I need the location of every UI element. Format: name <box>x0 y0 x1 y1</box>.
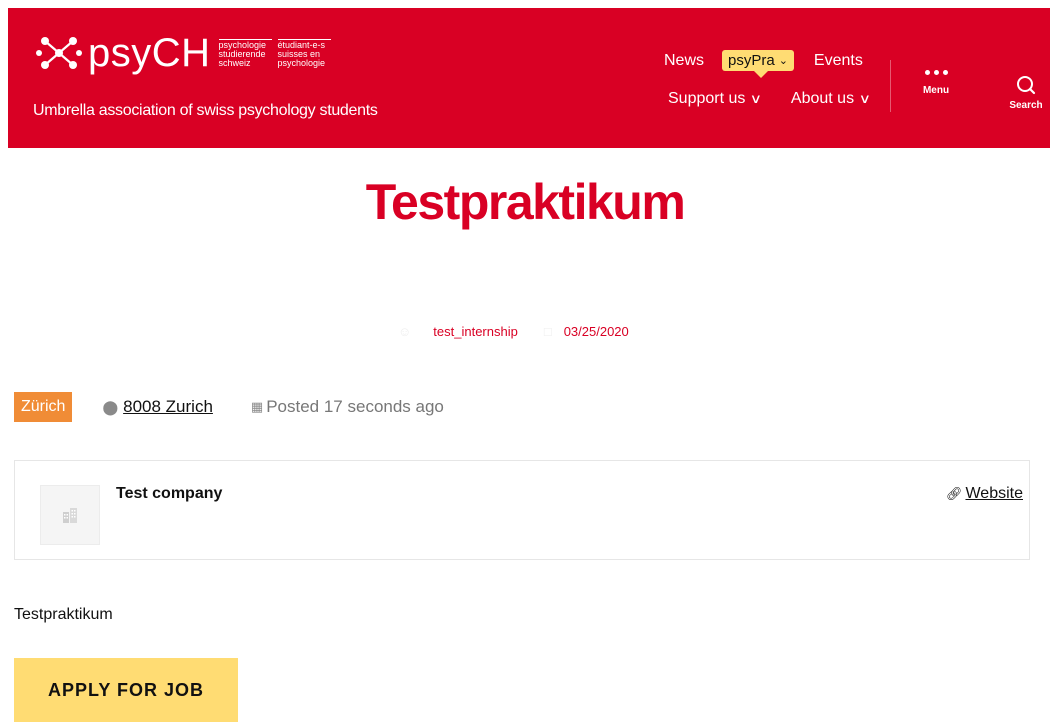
more-dots-icon <box>920 70 952 75</box>
nav-about-us[interactable]: About us ∨ <box>790 90 872 108</box>
posted-time: Posted 17 seconds ago <box>266 397 444 416</box>
chevron-down-icon: ∨ <box>858 91 872 106</box>
logo-sub-line: psychologie <box>277 57 326 68</box>
primary-nav-row-2: Support us ∨ About us ∨ <box>668 90 872 108</box>
site-header: psyCH psychologie studierende schweiz ét… <box>8 8 1050 148</box>
logo-name: psyCH <box>88 31 211 75</box>
logo-subtitle: psychologie studierende schweiz étudiant… <box>218 38 331 68</box>
company-name: Test company <box>116 485 223 502</box>
menu-button[interactable]: Menu <box>920 70 952 96</box>
logo-mark-icon <box>36 37 82 69</box>
header-divider <box>890 60 891 112</box>
logo-sub-line: schweiz <box>218 57 251 68</box>
search-button[interactable]: Search <box>1004 74 1048 111</box>
nav-psypra[interactable]: psyPra ⌄ <box>722 50 794 78</box>
job-description: Testpraktikum <box>14 606 113 623</box>
author-icon: ☺ <box>398 324 412 339</box>
search-button-label: Search <box>1009 100 1043 111</box>
primary-nav-row-1: News psyPra ⌄ Events <box>664 50 863 78</box>
nav-events[interactable]: Events <box>814 52 863 70</box>
nav-psypra-label: psyPra <box>728 52 775 69</box>
job-meta: Zürich ⬤ 8008 Zurich ▦ Posted 17 seconds… <box>14 392 444 422</box>
company-logo <box>40 485 100 545</box>
location-link[interactable]: 8008 Zurich <box>123 397 213 417</box>
search-icon <box>1017 76 1036 95</box>
post-date[interactable]: 03/25/2020 <box>564 324 629 339</box>
chevron-down-icon: ⌄ <box>778 55 788 67</box>
company-website[interactable]: 🔗︎ Website <box>946 485 1023 503</box>
nav-support-us-label: Support us <box>668 90 746 107</box>
calendar-icon: ▦ <box>250 399 264 414</box>
chevron-down-icon: ∨ <box>749 91 763 106</box>
logo-subtitle-de: psychologie studierende schweiz <box>218 38 272 68</box>
logo-subtitle-fr: étudiant-e-s suisses en psychologie <box>277 38 331 68</box>
map-pin-icon: ⬤ <box>102 398 119 415</box>
company-card: Test company 🔗︎ Website <box>14 460 1030 560</box>
nav-news[interactable]: News <box>664 52 704 70</box>
nav-about-us-label: About us <box>790 90 855 107</box>
menu-button-label: Menu <box>922 85 950 96</box>
website-link[interactable]: Website <box>965 485 1023 503</box>
location-badge: Zürich <box>14 392 73 422</box>
site-tagline: Umbrella association of swiss psychology… <box>33 102 378 119</box>
nav-support-us[interactable]: Support us ∨ <box>668 90 763 108</box>
post-meta: ☺ test_internship □ 03/25/2020 <box>398 324 629 339</box>
page-title: Testpraktikum <box>365 174 686 230</box>
post-author[interactable]: test_internship <box>433 324 518 339</box>
link-icon: 🔗︎ <box>945 486 963 501</box>
site-logo[interactable]: psyCH psychologie studierende schweiz ét… <box>36 32 331 74</box>
calendar-icon: □ <box>543 324 552 339</box>
building-icon <box>63 508 77 523</box>
apply-button[interactable]: APPLY FOR JOB <box>14 658 238 722</box>
